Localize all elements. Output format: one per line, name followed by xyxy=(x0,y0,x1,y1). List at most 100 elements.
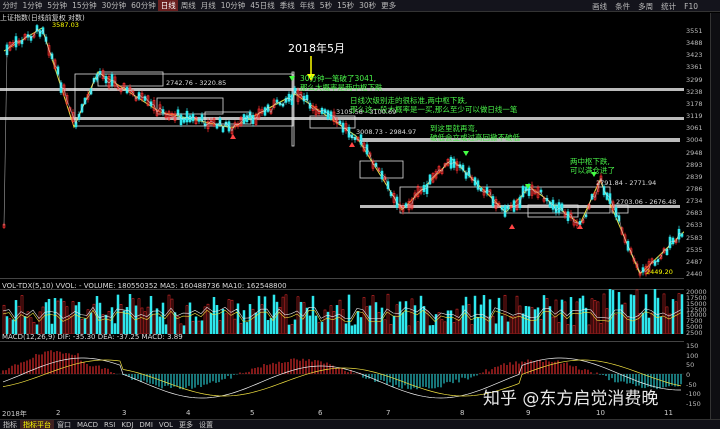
volume-bar xyxy=(413,305,417,334)
volume-bar xyxy=(89,312,93,334)
axis-tick-label: -50 xyxy=(686,380,697,389)
volume-bar xyxy=(161,302,165,334)
volume-bar xyxy=(218,320,222,334)
timeframe-tab[interactable]: 周线 xyxy=(178,0,198,11)
indicator-tab[interactable]: 设置 xyxy=(196,420,216,429)
toolbar-button[interactable]: 画线 xyxy=(588,1,611,12)
axis-tick-label: 2734 xyxy=(686,197,703,206)
indicator-tab[interactable]: 更多 xyxy=(176,420,196,429)
watermark: 知乎 @东方启觉消费晚 xyxy=(483,389,659,409)
volume-chart[interactable] xyxy=(0,289,684,334)
indicator-tab[interactable]: 窗口 xyxy=(54,420,74,429)
timeframe-tab[interactable]: 5秒 xyxy=(317,0,334,11)
toolbar-button[interactable]: 条件 xyxy=(611,1,634,12)
volume-bar xyxy=(452,322,456,334)
volume-bar xyxy=(416,321,420,334)
timeframe-tab[interactable]: 15分钟 xyxy=(70,0,100,11)
volume-bar xyxy=(443,321,447,334)
volume-bar xyxy=(542,295,546,334)
indicator-tab[interactable]: KDJ xyxy=(118,421,136,429)
timeframe-tab[interactable]: 分时 xyxy=(0,0,20,11)
volume-bar xyxy=(404,301,408,334)
axis-tick-label: 2535 xyxy=(686,245,703,254)
volume-bar xyxy=(644,294,648,334)
volume-bar xyxy=(107,311,111,334)
timeframe-tab[interactable]: 30分钟 xyxy=(99,0,129,11)
volume-bar xyxy=(155,308,159,334)
axis-tick-label: 50 xyxy=(686,361,695,370)
axis-tick-label: 100 xyxy=(686,351,699,360)
volume-bar xyxy=(8,318,12,334)
volume-bar xyxy=(566,324,570,334)
volume-bar xyxy=(476,317,480,334)
timeframe-tab[interactable]: 30秒 xyxy=(357,0,379,11)
volume-bar xyxy=(2,304,6,334)
axis-tick-label: 2683 xyxy=(686,209,703,218)
volume-bar xyxy=(98,302,102,334)
timeframe-tab[interactable]: 45日线 xyxy=(248,0,278,11)
volume-bar xyxy=(293,319,297,334)
max-price-label: 3587.03 xyxy=(52,21,79,29)
timeframe-tab[interactable]: 1分钟 xyxy=(20,0,45,11)
volume-bar xyxy=(458,319,462,334)
volume-bar xyxy=(122,310,126,334)
volume-bar xyxy=(506,321,510,334)
volume-bar xyxy=(200,320,204,334)
volume-bar xyxy=(170,298,174,334)
indicator-tab[interactable]: DMI xyxy=(136,421,156,429)
timeframe-tab[interactable]: 年线 xyxy=(297,0,317,11)
volume-bar xyxy=(83,318,87,334)
timeframe-tab[interactable]: 季线 xyxy=(277,0,297,11)
volume-bar xyxy=(410,298,414,334)
indicator-tab[interactable]: RSI xyxy=(101,421,118,429)
volume-bar xyxy=(17,305,21,334)
volume-bar xyxy=(653,289,657,334)
timeframe-tab[interactable]: 更多 xyxy=(379,0,399,11)
indicator-tab[interactable]: MACD xyxy=(74,421,101,429)
axis-tick-label: 3488 xyxy=(686,39,703,48)
toolbar-button[interactable]: 多周 xyxy=(634,1,657,12)
period-toolbar: 分时 1分钟 5分钟 15分钟 30分钟 60分钟 日线 周线 月线 10分钟 45日线 季线 年线 5秒… xyxy=(0,0,720,12)
toolbar-button[interactable]: F10 xyxy=(680,2,702,11)
buy-signal-arrow xyxy=(230,134,236,139)
pivot-zone xyxy=(156,97,224,115)
volume-bar xyxy=(635,289,639,334)
timeframe-tab[interactable]: 60分钟 xyxy=(129,0,159,11)
timeframe-tab[interactable]: 15秒 xyxy=(335,0,357,11)
indicator-tab[interactable]: VOL xyxy=(156,421,176,429)
volume-bar xyxy=(233,318,237,334)
volume-bar xyxy=(125,307,129,334)
volume-bar xyxy=(536,307,540,334)
volume-bar xyxy=(497,297,501,334)
volume-bar xyxy=(479,304,483,334)
timeframe-tab[interactable]: 10分钟 xyxy=(218,0,248,11)
candles xyxy=(2,24,684,278)
axis-tick-label: 2948 xyxy=(686,148,703,157)
volume-bar xyxy=(65,306,69,334)
volume-bar xyxy=(11,319,15,334)
month-label: 5 xyxy=(250,409,255,417)
timeframe-tab[interactable]: 日线 xyxy=(158,0,179,11)
candlestick-chart[interactable] xyxy=(0,24,684,279)
indicator-tab[interactable]: 指标平台 xyxy=(20,419,54,429)
candle-body xyxy=(626,241,630,251)
volume-bar xyxy=(137,298,141,334)
candle-body xyxy=(287,93,291,102)
timeframe-tab[interactable]: 月线 xyxy=(198,0,218,11)
volume-axis: 20000 17500 15000 12500 10000 7500 5000 2500 xyxy=(684,288,710,337)
volume-bar xyxy=(596,301,600,334)
volume-bar xyxy=(647,317,651,334)
month-label: 8 xyxy=(460,409,465,417)
annotation-text: 到这里就再弯, xyxy=(430,124,478,133)
candle-body xyxy=(449,157,453,169)
axis-tick-label: 3061 xyxy=(686,124,703,133)
volume-bar xyxy=(140,307,144,334)
toolbar-button[interactable]: 统计 xyxy=(657,1,680,12)
volume-bar xyxy=(101,314,105,334)
volume-bar xyxy=(44,302,48,334)
timeframe-tab[interactable]: 5分钟 xyxy=(45,0,70,11)
indicator-tab[interactable]: 指标 xyxy=(0,420,20,429)
volume-bar xyxy=(446,310,450,334)
volume-bar xyxy=(464,296,468,334)
vertical-scrollbar[interactable] xyxy=(710,13,720,423)
